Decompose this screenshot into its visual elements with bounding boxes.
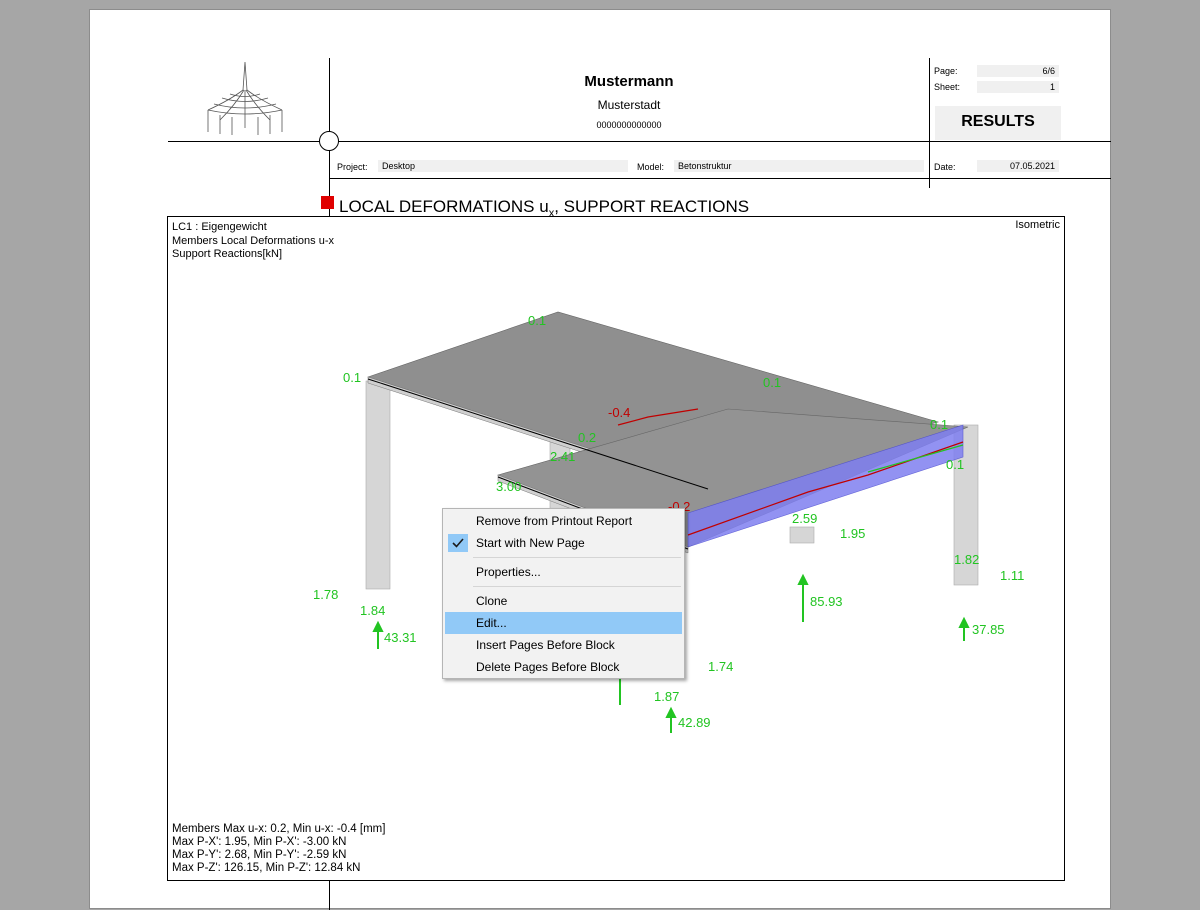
support-c-py: 1.95	[840, 526, 865, 541]
meta-divider	[929, 58, 930, 188]
support-e-pz: 42.89	[678, 715, 711, 730]
support-c-pz: 85.93	[810, 594, 843, 609]
deformation-label-top: 0.1	[528, 313, 546, 328]
support-e-px: 1.74	[708, 659, 733, 674]
summary-pz: Max P-Z': 126.15, Min P-Z': 12.84 kN	[172, 862, 361, 874]
menu-item-start-new-page-label: Start with New Page	[476, 536, 585, 550]
company-city: Musterstadt	[597, 98, 661, 112]
menu-item-edit[interactable]: Edit...	[445, 612, 682, 634]
deformation-label-left: 0.1	[343, 370, 361, 385]
project-label: Project:	[337, 162, 368, 172]
menu-item-remove-from-report[interactable]: Remove from Printout Report	[445, 510, 682, 532]
page-value: 6/6	[977, 65, 1059, 77]
model-label: Model:	[637, 162, 665, 172]
sheet-value: 1	[977, 81, 1059, 93]
menu-item-delete-pages[interactable]: Delete Pages Before Block	[445, 656, 682, 678]
menu-separator	[473, 557, 681, 558]
company-number: 0000000000000	[596, 120, 662, 130]
support-e-py: 1.87	[654, 689, 679, 704]
company-name: Mustermann	[584, 73, 674, 90]
summary-py: Max P-Y': 2.68, Min P-Y': -2.59 kN	[172, 849, 347, 861]
tent-structure-logo	[207, 61, 283, 135]
summary-max-ux: Members Max u-x: 0.2, Min u-x: -0.4 [mm]	[172, 823, 386, 835]
checkmark-icon	[448, 534, 468, 552]
deformation-label-right1: 0.1	[763, 375, 781, 390]
deformation-label-min: -0.4	[608, 405, 630, 420]
deformation-label-right2: 0.1	[930, 417, 948, 432]
support-d-py: 1.11	[1000, 568, 1024, 583]
support-a-px: 1.78	[313, 587, 338, 602]
section-title-rest: , SUPPORT REACTIONS	[554, 197, 750, 216]
section-title-main: LOCAL DEFORMATIONS u	[339, 197, 549, 216]
menu-item-properties[interactable]: Properties...	[445, 561, 682, 583]
column-left	[365, 380, 391, 590]
support-c-px: 2.59	[792, 511, 817, 526]
menu-item-insert-pages[interactable]: Insert Pages Before Block	[445, 634, 682, 656]
context-menu: Remove from Printout Report Start with N…	[442, 508, 685, 679]
menu-item-clone[interactable]: Clone	[445, 590, 682, 612]
date-value: 07.05.2021	[977, 160, 1059, 172]
menu-item-start-new-page[interactable]: Start with New Page	[445, 532, 682, 554]
support-b-py: 2.41	[550, 449, 575, 464]
support-d-pz: 37.85	[972, 622, 1005, 637]
support-b-px: 3.00	[496, 479, 521, 494]
support-d-px: 1.82	[954, 552, 979, 567]
section-marker-icon	[321, 196, 334, 209]
project-value: Desktop	[378, 160, 628, 172]
project-bottom-line	[329, 178, 1111, 179]
summary-px: Max P-X': 1.95, Min P-X': -3.00 kN	[172, 836, 347, 848]
results-badge: RESULTS	[935, 106, 1061, 140]
date-label: Date:	[934, 162, 956, 172]
support-a-pz: 43.31	[384, 630, 417, 645]
deformation-label-mid: 0.2	[578, 430, 596, 445]
menu-separator	[473, 586, 681, 587]
header-circle	[319, 131, 339, 151]
header-divider	[168, 141, 1111, 142]
deformation-label-right3: 0.1	[946, 457, 964, 472]
support-a-py: 1.84	[360, 603, 385, 618]
model-value: Betonstruktur	[674, 160, 924, 172]
sheet-label: Sheet:	[934, 82, 961, 92]
page-label: Page:	[934, 66, 958, 76]
column-mid	[789, 526, 815, 544]
